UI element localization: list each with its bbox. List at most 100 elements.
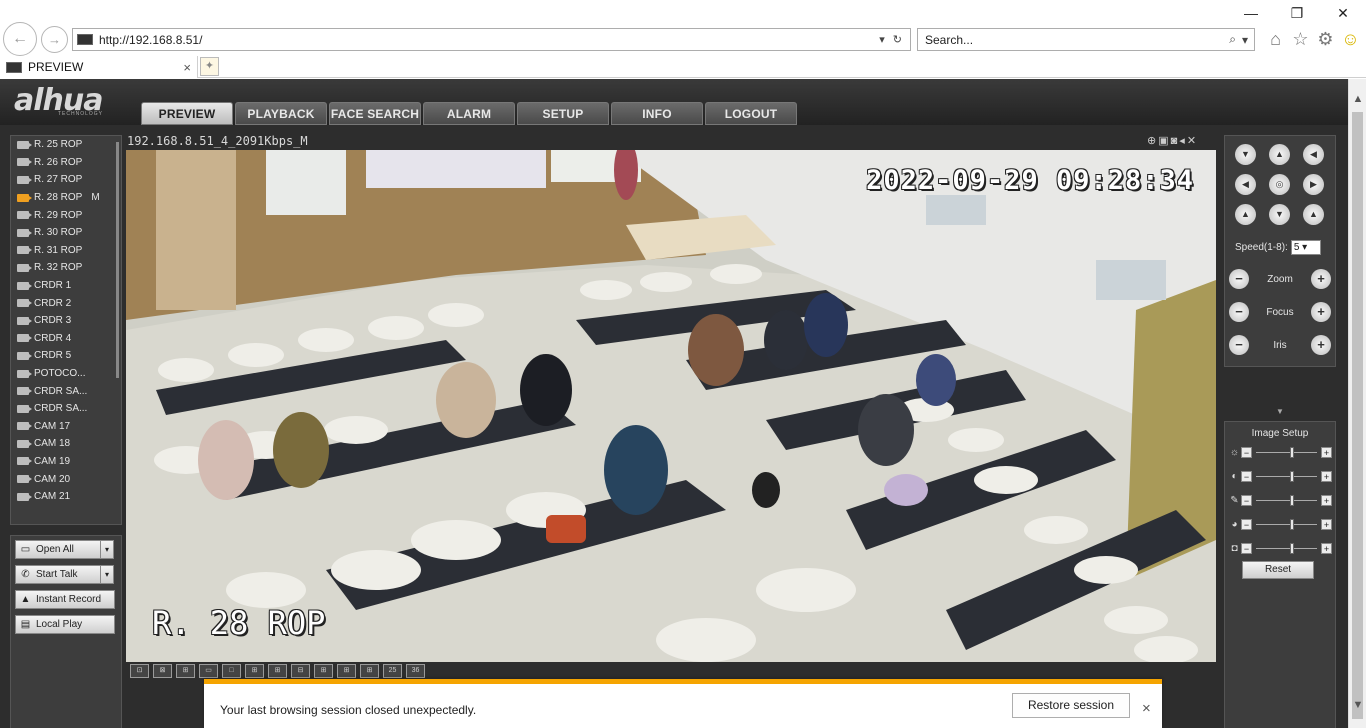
ptz-speed-select[interactable]: 5 ▾ bbox=[1290, 240, 1321, 255]
layout-button[interactable]: ⊡ bbox=[130, 664, 149, 678]
ptz-down-left-icon[interactable]: ▲ bbox=[1235, 204, 1256, 225]
start-talk-dropdown[interactable]: ▾ bbox=[101, 565, 114, 584]
forward-button[interactable]: → bbox=[41, 26, 68, 53]
focus-plus-button[interactable]: + bbox=[1310, 302, 1331, 322]
address-bar[interactable]: http://192.168.8.51/ ▾ ↻ bbox=[72, 28, 911, 51]
ptz-up-right-icon[interactable]: ◀ bbox=[1303, 144, 1324, 165]
layout-button[interactable]: ⊞ bbox=[245, 664, 264, 678]
layout-button[interactable]: ⊟ bbox=[291, 664, 310, 678]
refresh-icon[interactable]: ↻ bbox=[893, 33, 902, 46]
nav-logout[interactable]: LOGOUT bbox=[705, 102, 797, 125]
home-icon[interactable]: ⌂ bbox=[1266, 28, 1285, 50]
camera-list-item[interactable]: R. 30 ROP bbox=[11, 224, 121, 242]
slider-knob[interactable] bbox=[1289, 446, 1294, 458]
layout-button[interactable]: ⊞ bbox=[360, 664, 379, 678]
slider-decrease-button[interactable]: − bbox=[1241, 470, 1252, 482]
slider-track[interactable] bbox=[1256, 542, 1317, 554]
slider-track[interactable] bbox=[1256, 494, 1317, 506]
layout-button[interactable]: 36 bbox=[406, 664, 425, 678]
star-icon[interactable]: ☆ bbox=[1291, 28, 1310, 50]
layout-button[interactable]: □ bbox=[222, 664, 241, 678]
ptz-up-left-icon[interactable]: ▼ bbox=[1235, 144, 1256, 165]
open-all-button[interactable]: ▭ Open All bbox=[15, 540, 101, 559]
open-all-dropdown[interactable]: ▾ bbox=[101, 540, 114, 559]
camera-list-item[interactable]: R. 32 ROP bbox=[11, 259, 121, 277]
smiley-icon[interactable]: ☺ bbox=[1341, 28, 1360, 50]
camera-list-item[interactable]: CRDR 5 bbox=[11, 347, 121, 365]
zoom-out-button[interactable]: − bbox=[1229, 269, 1249, 289]
search-icon[interactable]: ⌕ bbox=[1229, 32, 1236, 47]
slider-knob[interactable] bbox=[1289, 518, 1294, 530]
back-button[interactable]: ← bbox=[3, 22, 37, 56]
local-play-button[interactable]: ▤ Local Play bbox=[15, 615, 115, 634]
camera-list-scrollbar[interactable] bbox=[116, 142, 119, 378]
page-scrollbar[interactable]: ▲ ▼ bbox=[1348, 79, 1366, 728]
slider-increase-button[interactable]: + bbox=[1321, 494, 1332, 506]
nav-setup[interactable]: SETUP bbox=[517, 102, 609, 125]
slider-increase-button[interactable]: + bbox=[1321, 518, 1332, 530]
nav-alarm[interactable]: ALARM bbox=[423, 102, 515, 125]
slider-decrease-button[interactable]: − bbox=[1241, 446, 1252, 458]
slider-knob[interactable] bbox=[1289, 470, 1294, 482]
layout-button[interactable]: ⊞ bbox=[337, 664, 356, 678]
slider-knob[interactable] bbox=[1289, 494, 1294, 506]
camera-list-item[interactable]: R. 31 ROP bbox=[11, 242, 121, 260]
ptz-collapse-icon[interactable]: ▼ bbox=[1224, 407, 1336, 417]
layout-button[interactable]: ⊞ bbox=[314, 664, 333, 678]
slider-decrease-button[interactable]: − bbox=[1241, 542, 1252, 554]
ptz-up-icon[interactable]: ▲ bbox=[1269, 144, 1290, 165]
nav-face-search[interactable]: FACE SEARCH bbox=[329, 102, 421, 125]
camera-list-item[interactable]: CRDR SA... bbox=[11, 400, 121, 418]
zoom-icon[interactable]: ⊕ bbox=[1147, 135, 1158, 147]
layout-button[interactable]: ⊞ bbox=[268, 664, 287, 678]
record-icon[interactable]: ◙ bbox=[1171, 135, 1180, 147]
nav-playback[interactable]: PLAYBACK bbox=[235, 102, 327, 125]
camera-list-item[interactable]: R. 29 ROP bbox=[11, 206, 121, 224]
slider-increase-button[interactable]: + bbox=[1321, 470, 1332, 482]
camera-list-item[interactable]: POTOCO... bbox=[11, 365, 121, 383]
camera-list-item[interactable]: CAM 19 bbox=[11, 453, 121, 471]
camera-list-item[interactable]: CRDR 2 bbox=[11, 294, 121, 312]
focus-minus-button[interactable]: − bbox=[1229, 302, 1249, 322]
camera-list-item[interactable]: CRDR SA... bbox=[11, 382, 121, 400]
new-tab-button[interactable]: ✦ bbox=[200, 57, 219, 76]
slider-decrease-button[interactable]: − bbox=[1241, 494, 1252, 506]
audio-icon[interactable]: ◂ bbox=[1179, 135, 1187, 147]
camera-list-item[interactable]: CRDR 1 bbox=[11, 277, 121, 295]
restore-icon[interactable]: ❐ bbox=[1274, 5, 1320, 22]
address-url[interactable]: http://192.168.8.51/ bbox=[99, 33, 879, 47]
ptz-down-icon[interactable]: ▼ bbox=[1269, 204, 1290, 225]
scroll-up-icon[interactable]: ▲ bbox=[1349, 93, 1366, 105]
ptz-right-icon[interactable]: ▶ bbox=[1303, 174, 1324, 195]
camera-list-item[interactable]: R. 28 ROP M bbox=[11, 189, 121, 207]
camera-list-item[interactable]: CAM 18 bbox=[11, 435, 121, 453]
slider-knob[interactable] bbox=[1289, 542, 1294, 554]
camera-list-item[interactable]: CAM 21 bbox=[11, 488, 121, 506]
camera-list-item[interactable]: CAM 20 bbox=[11, 470, 121, 488]
address-dropdown-icon[interactable]: ▾ bbox=[879, 33, 885, 46]
slider-decrease-button[interactable]: − bbox=[1241, 518, 1252, 530]
slider-track[interactable] bbox=[1256, 446, 1317, 458]
zoom-in-button[interactable]: + bbox=[1311, 269, 1331, 289]
tab-preview[interactable]: PREVIEW × bbox=[0, 56, 198, 78]
layout-button[interactable]: 25 bbox=[383, 664, 402, 678]
search-input[interactable]: Search... bbox=[925, 33, 1229, 47]
ptz-down-right-icon[interactable]: ▲ bbox=[1303, 204, 1324, 225]
close-icon[interactable]: ✕ bbox=[1320, 5, 1366, 22]
camera-list-item[interactable]: CRDR 4 bbox=[11, 330, 121, 348]
nav-preview[interactable]: PREVIEW bbox=[141, 102, 233, 125]
gear-icon[interactable]: ⚙ bbox=[1316, 28, 1335, 50]
scroll-down-icon[interactable]: ▼ bbox=[1349, 699, 1366, 711]
slider-increase-button[interactable]: + bbox=[1321, 542, 1332, 554]
camera-list-item[interactable]: R. 27 ROP bbox=[11, 171, 121, 189]
camera-list-item[interactable]: CRDR 3 bbox=[11, 312, 121, 330]
layout-button[interactable]: ⊠ bbox=[153, 664, 172, 678]
slider-track[interactable] bbox=[1256, 470, 1317, 482]
search-box[interactable]: Search... ⌕ ▾ bbox=[917, 28, 1255, 51]
slider-track[interactable] bbox=[1256, 518, 1317, 530]
ptz-center-icon[interactable]: ◎ bbox=[1269, 174, 1290, 195]
iris-minus-button[interactable]: − bbox=[1229, 335, 1249, 355]
ptz-left-icon[interactable]: ◀ bbox=[1235, 174, 1256, 195]
layout-button[interactable]: ⊞ bbox=[176, 664, 195, 678]
start-talk-button[interactable]: ✆ Start Talk bbox=[15, 565, 101, 584]
